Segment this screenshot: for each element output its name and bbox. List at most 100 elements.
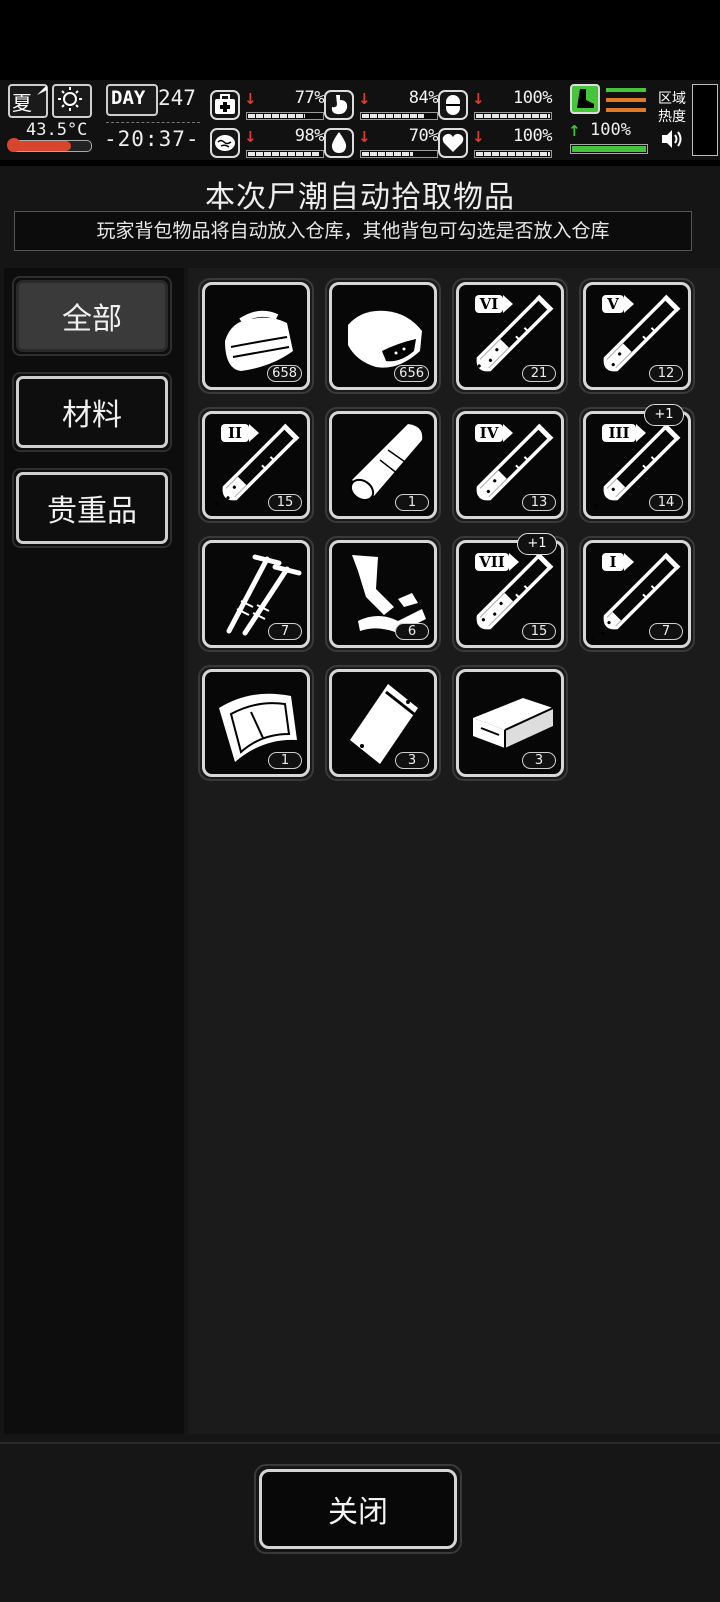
item-count: 1 xyxy=(395,494,429,511)
svg-text:VII: VII xyxy=(478,553,505,571)
stat-bar xyxy=(360,112,438,120)
stat-heart: ↓ 100% xyxy=(438,126,552,162)
item-slot[interactable]: 658 xyxy=(198,278,314,394)
item-slot[interactable]: 1 xyxy=(325,407,441,523)
svg-text:VI: VI xyxy=(479,295,499,313)
item-grid: 658 656 VI 21 V 12 II 15 1 IV 13 III 14 +1 7 6 VII 15 +1 I 7… xyxy=(188,268,720,1434)
close-button[interactable]: 关闭 xyxy=(254,1464,462,1554)
day-number: 247 xyxy=(158,86,196,110)
stat-stomach: ↓ 84% xyxy=(324,88,439,124)
water-drop-icon xyxy=(324,128,354,158)
item-slot[interactable]: 656 xyxy=(325,278,441,394)
stat-value: 98% xyxy=(294,126,325,146)
stat-capsule: ↓ 100% xyxy=(438,88,552,124)
item-count: 15 xyxy=(268,494,302,511)
region-heat-label-1: 区域 xyxy=(658,91,686,107)
page-title: 本次尸潮自动拾取物品 xyxy=(205,180,515,215)
tab-materials-label: 材料 xyxy=(16,376,168,448)
item-slot[interactable]: 6 xyxy=(325,536,441,652)
tab-valuables[interactable]: 贵重品 xyxy=(12,468,172,548)
item-count: 14 xyxy=(649,494,683,511)
category-sidebar: 全部 材料 贵重品 xyxy=(4,268,184,1434)
item-count: 21 xyxy=(522,365,556,382)
bonus-badge: +1 xyxy=(517,533,557,555)
item-slot[interactable]: I7 xyxy=(579,536,695,652)
sun-glare-icon xyxy=(37,85,47,95)
svg-text:III: III xyxy=(608,424,629,442)
medkit-icon xyxy=(210,90,240,120)
season-badge: 夏 xyxy=(8,84,48,118)
stat-brain: ↓ 98% xyxy=(210,126,325,162)
trend-arrow-down-icon: ↓ xyxy=(244,90,257,108)
svg-text:V: V xyxy=(606,295,619,313)
item-count: 15 xyxy=(522,623,556,640)
time-display: -20:37- xyxy=(104,122,200,151)
speaker-icon[interactable] xyxy=(660,128,686,150)
item-slot[interactable]: III 14 +1 xyxy=(579,404,695,523)
stat-bar xyxy=(474,150,552,158)
item-count: 656 xyxy=(394,365,429,382)
stat-bar xyxy=(360,150,438,158)
capsule-icon xyxy=(438,90,468,120)
item-slot[interactable]: 3 xyxy=(325,665,441,781)
item-slot[interactable]: IV 13 xyxy=(452,407,568,523)
trend-arrow-down-icon: ↓ xyxy=(472,90,485,108)
tab-all[interactable]: 全部 xyxy=(12,276,172,356)
item-count: 3 xyxy=(395,752,429,769)
panel-subtitle: 玩家背包物品将自动放入仓库，其他背包可勾选是否放入仓库 xyxy=(14,211,692,251)
stat-medkit: ↓ 77% xyxy=(210,88,325,124)
stat-bar xyxy=(246,112,324,120)
trend-arrow-down-icon: ↓ xyxy=(358,128,371,146)
tab-valuables-label: 贵重品 xyxy=(16,472,168,544)
bonus-badge: +1 xyxy=(644,404,684,426)
stat-value: 70% xyxy=(408,126,439,146)
stamina-value: 100% xyxy=(590,120,631,140)
boot-icon xyxy=(570,84,600,114)
item-slot[interactable]: V 12 xyxy=(579,278,695,394)
stat-bar xyxy=(474,112,552,120)
heat-gauge xyxy=(692,84,718,156)
item-count: 6 xyxy=(395,623,429,640)
item-count: 12 xyxy=(649,365,683,382)
stat-value: 100% xyxy=(513,88,552,108)
stomach-icon xyxy=(324,90,354,120)
svg-text:IV: IV xyxy=(480,424,499,442)
heart-icon xyxy=(438,128,468,158)
day-badge: DAY xyxy=(106,84,158,116)
season-label: 夏 xyxy=(12,91,32,115)
item-slot[interactable]: VII 15 +1 xyxy=(452,533,568,652)
stamina-bar xyxy=(570,144,648,154)
trend-arrow-down-icon: ↓ xyxy=(244,128,257,146)
item-slot[interactable]: 7 xyxy=(198,536,314,652)
close-button-label: 关闭 xyxy=(259,1469,457,1549)
item-count: 1 xyxy=(268,752,302,769)
item-slot[interactable]: 3 xyxy=(452,665,568,781)
region-heat[interactable]: 区域 热度 xyxy=(654,84,720,156)
region-heat-label-2: 热度 xyxy=(658,109,686,125)
stat-water-drop: ↓ 70% xyxy=(324,126,439,162)
trend-arrow-down-icon: ↓ xyxy=(358,90,371,108)
stat-value: 84% xyxy=(408,88,439,108)
item-count: 658 xyxy=(267,365,302,382)
temperature-readout: 43.5°C xyxy=(26,120,88,140)
status-hud: 夏 43.5°C DAY 247 -20:37- ↓ 77% ↓ 84% ↓ 100% ↓ 9… xyxy=(0,80,720,160)
stat-value: 77% xyxy=(294,88,325,108)
stamina-panel: ↑ 100% xyxy=(568,82,648,156)
brain-icon xyxy=(210,128,240,158)
weather-sunny-icon xyxy=(52,84,92,118)
loot-panel: 本次尸潮自动拾取物品 玩家背包物品将自动放入仓库，其他背包可勾选是否放入仓库 全… xyxy=(0,166,720,1602)
item-count: 7 xyxy=(268,623,302,640)
stat-value: 100% xyxy=(513,126,552,146)
panel-footer: 关闭 xyxy=(0,1442,720,1602)
item-slot[interactable]: 1 xyxy=(198,665,314,781)
item-count: 7 xyxy=(649,623,683,640)
item-count: 13 xyxy=(522,494,556,511)
thermometer-bar xyxy=(7,138,92,152)
svg-text:I: I xyxy=(609,553,616,571)
tab-all-label: 全部 xyxy=(16,280,168,352)
item-count: 3 xyxy=(522,752,556,769)
item-slot[interactable]: VI 21 xyxy=(452,278,568,394)
tab-materials[interactable]: 材料 xyxy=(12,372,172,452)
item-slot[interactable]: II 15 xyxy=(198,407,314,523)
stamina-arrow-up-icon: ↑ xyxy=(568,122,581,140)
